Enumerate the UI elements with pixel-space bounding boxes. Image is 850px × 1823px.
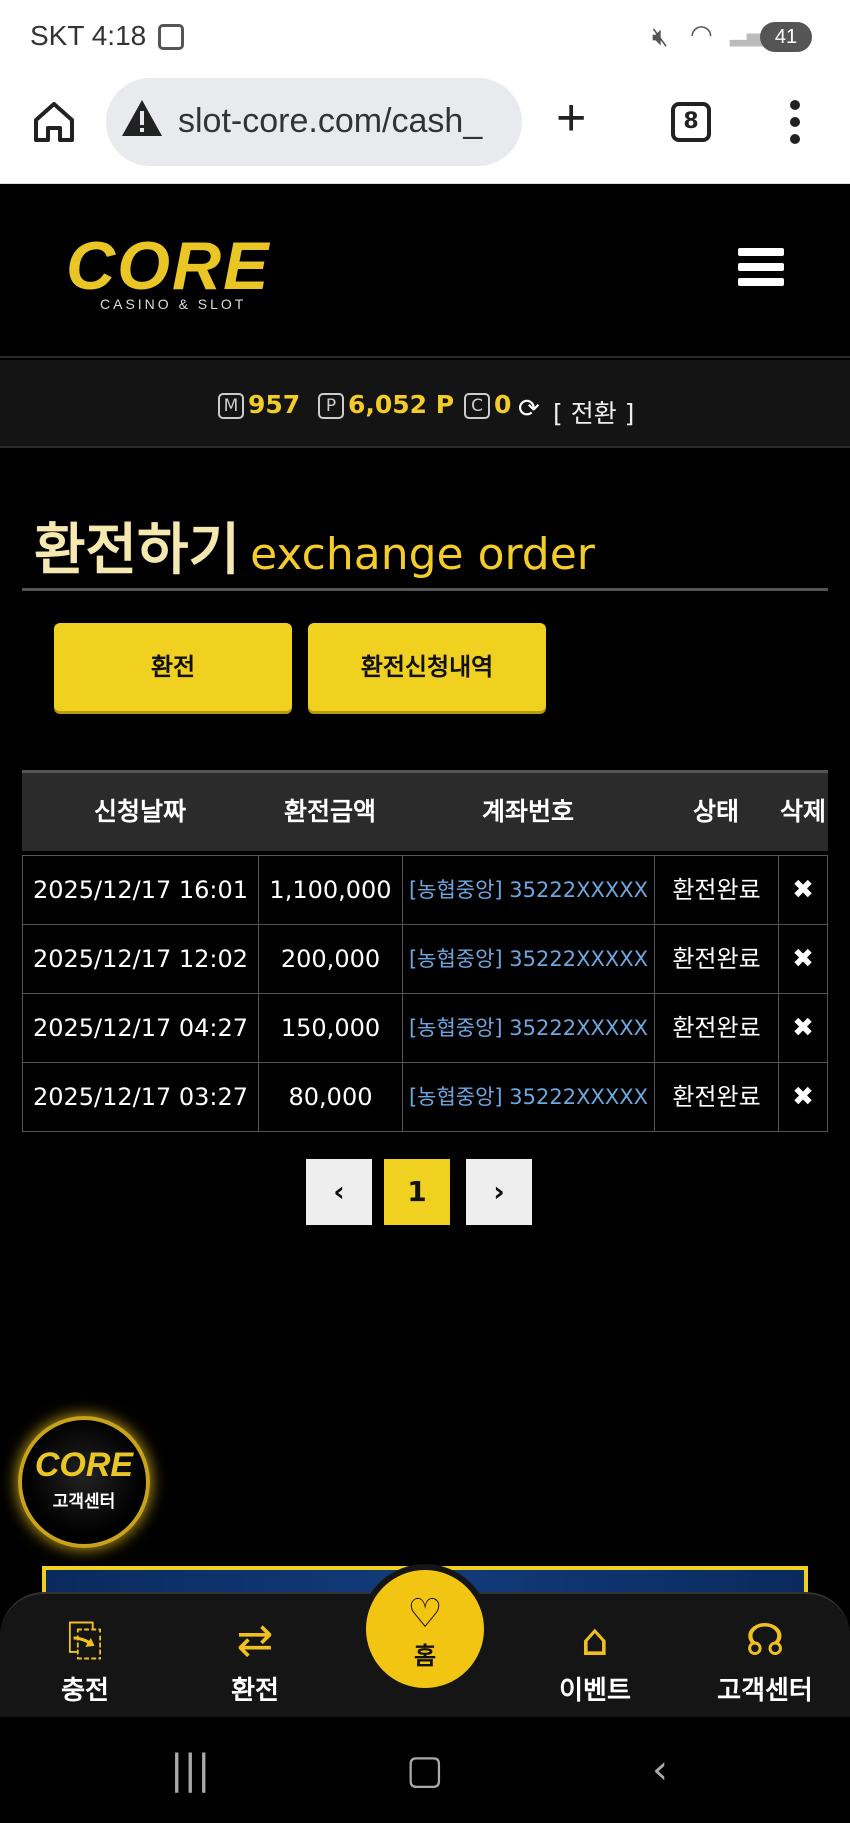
nav-support-label: 고객센터 [717,1676,813,1706]
coin-tag-icon: C [464,393,490,419]
prev-page-button[interactable]: ‹ [306,1159,372,1225]
point-tag-icon: P [318,393,344,419]
cell-status: 환전완료 [655,925,779,993]
coin-value: 0 [494,390,512,419]
cell-status: 환전완료 [655,1063,779,1131]
cell-date: 2025/12/17 12:02 [23,925,259,993]
exchange-history-table: 신청날짜 환전금액 계좌번호 상태 삭제 2025/12/17 16:01 1,… [22,770,828,1132]
table-row: 2025/12/17 03:27 80,000 [농협중앙] 35222XXXX… [23,1063,827,1132]
header-date: 신청날짜 [93,797,186,826]
withdraw-icon: ⇄ [236,1615,274,1666]
page-title: 환전하기 exchange order [34,505,595,586]
home-system-icon[interactable]: ▢ [406,1747,444,1793]
cell-account: [농협중앙] 35222XXXXX [403,856,655,924]
back-icon[interactable]: ‹ [652,1747,668,1793]
page-title-english: exchange order [250,529,595,580]
cell-amount: 1,100,000 [259,856,403,924]
status-bar: SKT 4:18 🔇︎ ◠ ▂▄▆ 41 [0,0,850,72]
refresh-icon[interactable]: ⟳ [518,394,540,424]
header-account: 계좌번호 [481,797,574,826]
money-tag-icon: M [218,393,244,419]
cell-status: 환전완료 [655,856,779,924]
delete-row-button[interactable]: ✖ [779,994,827,1062]
cell-date: 2025/12/17 04:27 [23,994,259,1062]
logo-subtitle: CASINO & SLOT [100,296,247,312]
header-status: 상태 [692,797,739,826]
delete-row-button[interactable]: ✖ [779,856,827,924]
delete-row-button[interactable]: ✖ [779,925,827,993]
exchange-tab-button[interactable]: 환전 [54,623,292,711]
nav-home-label: 홈 [413,1642,437,1670]
nav-withdraw[interactable]: ⇄ 환전 [190,1612,320,1707]
header-amount: 환전금액 [283,797,376,826]
page-1-button[interactable]: 1 [384,1159,450,1225]
table-row: 2025/12/17 04:27 150,000 [농협중앙] 35222XXX… [23,994,827,1063]
header-delete: 삭제 [779,797,826,826]
address-bar[interactable]: slot-core.com/cash_ [106,78,522,166]
nav-event-label: 이벤트 [559,1676,631,1706]
home-icon[interactable] [30,98,78,146]
cell-account: [농협중앙] 35222XXXXX [403,994,655,1062]
balance-bar: M 957 P 6,052 P C0 ⟳ [ 전환 ] [0,360,850,448]
table-row: 2025/12/17 12:02 200,000 [농협중앙] 35222XXX… [23,925,827,994]
recent-apps-icon[interactable]: ||| [170,1747,210,1793]
system-nav-bar: ||| ▢ ‹ [0,1717,850,1823]
mute-icon: 🔇︎ [652,22,669,52]
cell-date: 2025/12/17 03:27 [23,1063,259,1131]
table-body: 2025/12/17 16:01 1,100,000 [농협중앙] 35222X… [22,855,828,1132]
deposit-icon: ⎘ [67,1615,103,1666]
nav-support[interactable]: ☊ 고객센터 [700,1612,830,1707]
wifi-icon: ◠ [690,20,713,50]
cell-status: 환전완료 [655,994,779,1062]
cell-account: [농협중앙] 35222XXXXX [403,925,655,993]
nav-withdraw-label: 환전 [231,1676,279,1706]
support-agent-icon: ☊ [745,1615,785,1666]
site-header: CORE CASINO & SLOT [0,184,850,358]
next-page-button[interactable]: › [466,1159,532,1225]
money-balance: M 957 [218,390,300,419]
cs-badge-label: 고객센터 [52,1492,116,1512]
title-divider [22,588,828,591]
hamburger-menu-icon[interactable] [738,248,784,288]
cell-account: [농협중앙] 35222XXXXX [403,1063,655,1131]
nav-home-button[interactable]: ♡ 홈 [360,1564,490,1694]
tab-switcher-button[interactable]: 8 [671,102,711,142]
nav-deposit-label: 충전 [61,1676,109,1706]
exchange-history-tab-button[interactable]: 환전신청내역 [308,623,546,711]
cell-amount: 200,000 [259,925,403,993]
point-balance: P 6,052 P [318,390,454,419]
table-header: 신청날짜 환전금액 계좌번호 상태 삭제 [22,773,828,851]
delete-row-button[interactable]: ✖ [779,1063,827,1131]
screenshot-icon [158,24,184,50]
coin-balance: C0 [464,390,511,419]
cell-date: 2025/12/17 16:01 [23,856,259,924]
customer-center-badge[interactable]: CORE 고객센터 [18,1416,150,1548]
nav-event[interactable]: ⌂ 이벤트 [530,1612,660,1707]
table-row: 2025/12/17 16:01 1,100,000 [농협중앙] 35222X… [23,856,827,925]
money-value: 957 [248,390,301,419]
cell-amount: 150,000 [259,994,403,1062]
url-text: slot-core.com/cash_ [178,102,483,140]
convert-button[interactable]: [ 전환 ] [553,394,634,430]
new-tab-plus-icon[interactable]: + [556,92,586,144]
cell-amount: 80,000 [259,1063,403,1131]
point-value: 6,052 P [348,390,455,419]
gift-icon: ⌂ [581,1615,609,1666]
browser-toolbar: slot-core.com/cash_ + 8 [0,72,850,184]
browser-menu-icon[interactable] [790,100,802,144]
page-title-korean: 환전하기 [34,518,241,583]
cs-badge-logo: CORE [34,1446,134,1484]
battery-indicator: 41 [760,22,812,52]
carrier-time: SKT 4:18 [30,20,147,51]
heart-home-icon: ♡ [407,1591,443,1637]
nav-deposit[interactable]: ⎘ 충전 [20,1612,150,1707]
warning-icon[interactable] [120,96,164,140]
logo-word: CORE [66,228,271,304]
core-logo[interactable]: CORE CASINO & SLOT [66,228,271,312]
